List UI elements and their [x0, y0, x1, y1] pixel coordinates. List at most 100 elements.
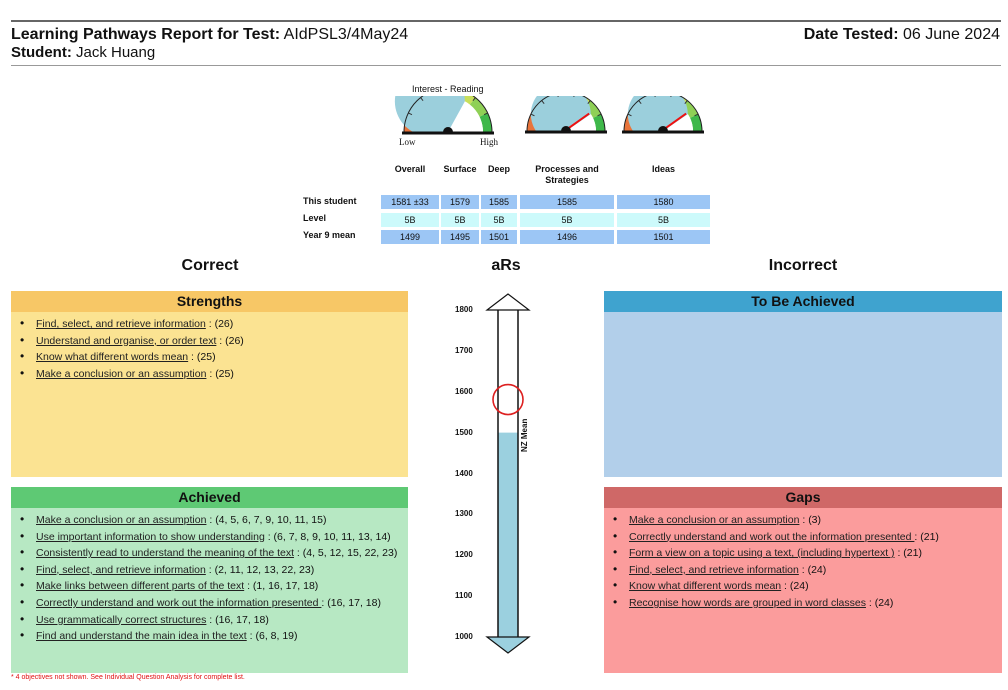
incorrect-heading: Incorrect	[768, 257, 838, 274]
question-numbers: : (25)	[188, 351, 216, 364]
objective-link[interactable]: Form a view on a topic using a text, (in…	[629, 547, 895, 559]
arrow-head-bottom	[485, 636, 531, 654]
achieved-list-item: Make a conclusion or an assumption : (4,…	[17, 513, 402, 527]
score-cell-this-student: 1585	[520, 195, 614, 209]
question-numbers: : (1, 16, 17, 18)	[244, 580, 319, 593]
achieved-list-item: Correctly understand and work out the in…	[17, 596, 402, 610]
col-head-deep: Deep	[487, 164, 510, 174]
objective-link[interactable]: Recognise how words are grouped in word …	[629, 597, 866, 609]
objective-link[interactable]: Make links between different parts of th…	[36, 580, 244, 592]
objective-link[interactable]: Correctly understand and work out the in…	[629, 531, 914, 543]
objective-link[interactable]: Find, select, and retrieve information	[36, 564, 206, 576]
gaps-list-item: Find, select, and retrieve information :…	[610, 563, 996, 577]
question-numbers: : (24)	[865, 596, 894, 609]
score-cell-year9-mean: 1495	[441, 230, 479, 244]
achieved-panel: Achieved Make a conclusion or an assumpt…	[11, 487, 408, 673]
strengths-list-item: Understand and organise, or order text :…	[17, 334, 402, 348]
report-title-label: Learning Pathways Report for Test:	[11, 26, 281, 43]
strengths-list-item: Make a conclusion or an assumption : (25…	[17, 367, 402, 381]
gaps-list-item: Know what different words mean : (24)	[610, 579, 996, 593]
gauge-caption: Interest - Reading	[412, 84, 484, 94]
ars-scale-arrow	[485, 293, 531, 654]
objective-link[interactable]: Use important information to show unders…	[36, 531, 265, 543]
achieved-list-item: Use important information to show unders…	[17, 530, 402, 544]
col-head-ideas: Ideas	[651, 164, 675, 174]
gauge-high-label: High	[480, 137, 498, 147]
report-title: Learning Pathways Report for Test: AIdPS…	[11, 26, 408, 44]
gaps-list: Make a conclusion or an assumption : (3)…	[610, 513, 996, 610]
strengths-list-item: Find, select, and retrieve information :…	[17, 317, 402, 331]
col-head-processes: Processes and Strategies	[535, 164, 599, 185]
ideas-gauge	[622, 96, 704, 134]
strengths-list: Find, select, and retrieve information :…	[17, 317, 402, 381]
objective-link[interactable]: Use grammatically correct structures	[36, 614, 206, 626]
gaps-panel: Gaps Make a conclusion or an assumption …	[604, 487, 1002, 673]
row-head-this-student: This student	[303, 196, 357, 206]
col-head-overall: Overall	[394, 164, 426, 174]
question-numbers: : (24)	[798, 563, 827, 576]
question-numbers: : (24)	[781, 580, 809, 593]
strengths-panel: Strengths Find, select, and retrieve inf…	[11, 291, 408, 477]
objective-link[interactable]: Correctly understand and work out the in…	[36, 597, 321, 609]
arrow-head-top	[485, 293, 531, 311]
strengths-list-item: Know what different words mean : (25)	[17, 350, 402, 364]
score-cell-level: 5B	[520, 213, 614, 227]
objective-link[interactable]: Know what different words mean	[36, 351, 188, 363]
to-be-achieved-panel: To Be Achieved	[604, 291, 1002, 477]
gaps-list-item: Correctly understand and work out the in…	[610, 530, 996, 544]
score-cell-year9-mean: 1501	[481, 230, 517, 244]
test-name: AIdPSL3/4May24	[283, 26, 409, 43]
objective-link[interactable]: Make a conclusion or an assumption	[629, 514, 799, 526]
objective-link[interactable]: Find, select, and retrieve information	[36, 318, 206, 330]
question-numbers: : (16, 17, 18)	[206, 613, 269, 626]
row-head-level: Level	[303, 213, 327, 223]
gaps-title: Gaps	[604, 487, 1002, 508]
objective-link[interactable]: Find, select, and retrieve information	[629, 564, 799, 576]
date-tested: Date Tested: 06 June 2024	[804, 26, 1000, 44]
question-numbers: : (4, 5, 12, 15, 22, 23)	[294, 547, 398, 560]
score-cell-level: 5B	[481, 213, 517, 227]
achieved-list-item: Find and understand the main idea in the…	[17, 629, 402, 643]
col-head-surface: Surface	[443, 164, 477, 174]
achieved-list-item: Find, select, and retrieve information :…	[17, 563, 402, 577]
objective-link[interactable]: Find and understand the main idea in the…	[36, 630, 247, 642]
question-numbers: : (21)	[894, 547, 922, 560]
score-cell-year9-mean: 1496	[520, 230, 614, 244]
date-tested-value: 06 June 2024	[903, 26, 1000, 43]
score-cell-level: 5B	[441, 213, 479, 227]
achieved-list: Make a conclusion or an assumption : (4,…	[17, 513, 402, 643]
objective-link[interactable]: Consistently read to understand the mean…	[36, 547, 294, 559]
question-numbers: : (6, 8, 19)	[246, 630, 298, 643]
question-numbers: : (21)	[914, 530, 939, 543]
student-line: Student: Jack Huang	[11, 44, 155, 62]
gaps-list-item: Form a view on a topic using a text, (in…	[610, 546, 996, 560]
score-cell-this-student: 1585	[481, 195, 517, 209]
score-cell-level: 5B	[617, 213, 710, 227]
objective-link[interactable]: Make a conclusion or an assumption	[36, 514, 206, 526]
gaps-list-item: Recognise how words are grouped in word …	[610, 596, 996, 610]
date-tested-label: Date Tested:	[803, 26, 899, 43]
nz-mean-label: NZ Mean	[520, 418, 529, 452]
question-numbers: : (26)	[216, 334, 244, 347]
objective-link[interactable]: Understand and organise, or order text	[36, 335, 216, 347]
student-name: Jack Huang	[76, 44, 156, 61]
strengths-title: Strengths	[11, 291, 408, 312]
score-cell-year9-mean: 1501	[617, 230, 710, 244]
achieved-list-item: Make links between different parts of th…	[17, 579, 402, 593]
achieved-list-item: Consistently read to understand the mean…	[17, 546, 402, 560]
question-numbers: : (16, 17, 18)	[321, 596, 381, 609]
question-numbers: : (2, 11, 12, 13, 22, 23)	[205, 563, 315, 576]
header-top-rule	[11, 20, 1001, 22]
footnote: * 4 objectives not shown. See Individual…	[11, 674, 245, 681]
header-bottom-rule	[11, 65, 1001, 66]
gaps-list-item: Make a conclusion or an assumption : (3)	[610, 513, 996, 527]
question-numbers: : (3)	[799, 514, 822, 526]
processes-gauge	[525, 96, 607, 134]
score-cell-level: 5B	[381, 213, 439, 227]
objective-link[interactable]: Make a conclusion or an assumption	[36, 368, 206, 380]
score-cell-this-student: 1581 ±33	[381, 195, 439, 209]
objective-link[interactable]: Know what different words mean	[629, 580, 781, 592]
question-numbers: : (26)	[205, 318, 234, 330]
achieved-list-item: Use grammatically correct structures : (…	[17, 613, 402, 627]
student-label: Student:	[11, 44, 72, 61]
